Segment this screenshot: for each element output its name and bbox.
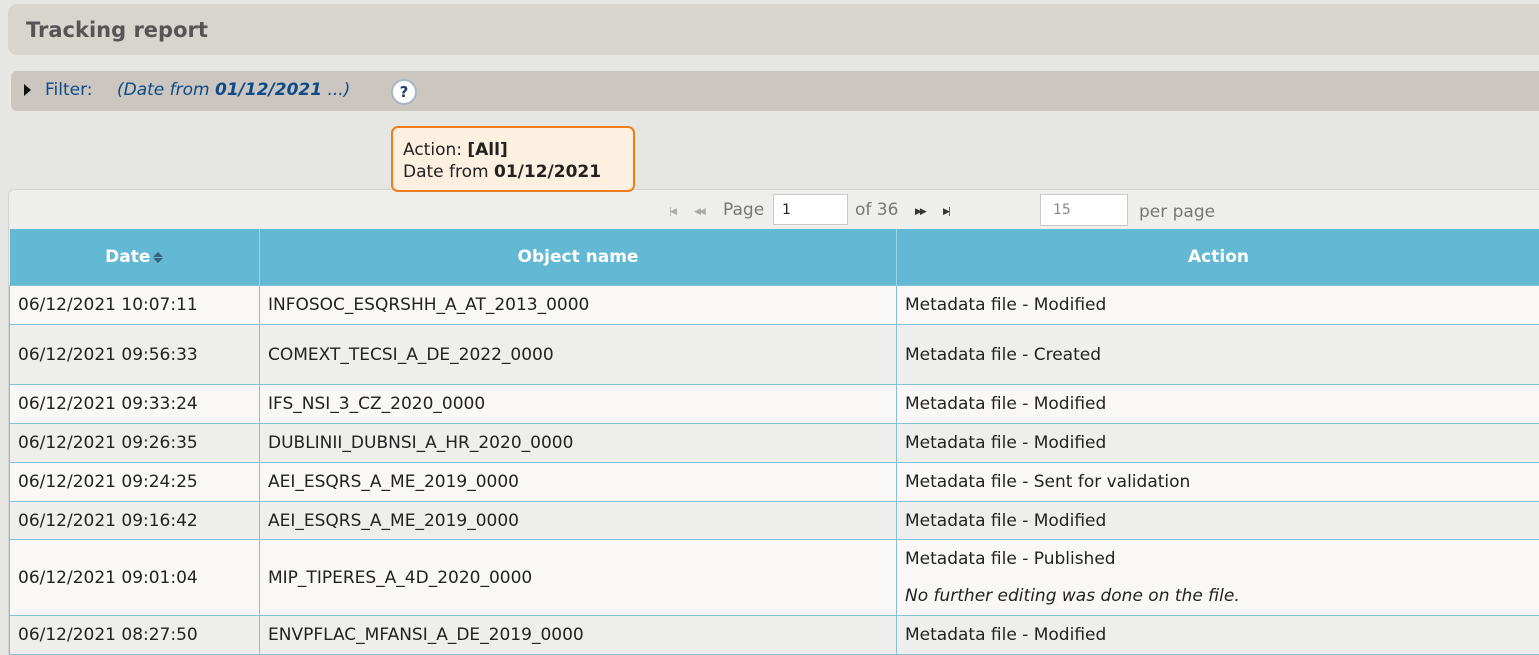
date-cell: 06/12/2021 09:24:25: [10, 463, 260, 502]
date-cell: 06/12/2021 09:26:35: [10, 424, 260, 463]
table-row[interactable]: 06/12/2021 10:07:11 INFOSOC_ESQRSHH_A_AT…: [10, 286, 1539, 325]
action-cell: Metadata file - Modified: [897, 286, 1539, 325]
date-cell: 06/12/2021 10:07:11: [10, 286, 260, 325]
tooltip-action-value: [All]: [467, 140, 507, 160]
per-page-label: per page: [1139, 202, 1215, 222]
filter-bar[interactable]: Filter: (Date from 01/12/2021 ...) ?: [11, 71, 1539, 111]
help-icon[interactable]: ?: [391, 79, 417, 105]
table-row[interactable]: 06/12/2021 09:33:24 IFS_NSI_3_CZ_2020_00…: [10, 385, 1539, 424]
object-name-cell: DUBLINII_DUBNSI_A_HR_2020_0000: [260, 424, 897, 463]
object-name-cell: AEI_ESQRS_A_ME_2019_0000: [260, 502, 897, 540]
table-row[interactable]: 06/12/2021 09:26:35 DUBLINII_DUBNSI_A_HR…: [10, 424, 1539, 463]
filter-summary-suffix: ...): [322, 80, 350, 100]
date-cell: 06/12/2021 09:56:33: [10, 325, 260, 385]
tooltip-action-label: Action:: [403, 140, 462, 160]
tracking-grid: |◀ ◀◀ Page of 36 ▶▶ ▶| per page Date Obj…: [8, 189, 1539, 654]
object-name-cell: AEI_ESQRS_A_ME_2019_0000: [260, 463, 897, 502]
table-row[interactable]: 06/12/2021 09:24:25 AEI_ESQRS_A_ME_2019_…: [10, 463, 1539, 502]
pager: |◀ ◀◀ Page of 36 ▶▶ ▶| per page: [9, 190, 1539, 228]
first-page-icon[interactable]: |◀: [669, 207, 675, 217]
sort-icon[interactable]: [153, 252, 163, 263]
action-cell: Metadata file - Modified: [897, 616, 1539, 655]
object-name-cell: COMEXT_TECSI_A_DE_2022_0000: [260, 325, 897, 385]
object-name-cell: IFS_NSI_3_CZ_2020_0000: [260, 385, 897, 424]
page-label: Page: [723, 200, 764, 220]
date-cell: 06/12/2021 09:16:42: [10, 502, 260, 540]
object-name-cell: ENVPFLAC_MFANSI_A_DE_2019_0000: [260, 616, 897, 655]
table-row[interactable]: 06/12/2021 09:01:04 MIP_TIPERES_A_4D_202…: [10, 540, 1539, 616]
filter-tooltip: Action: [All] Date from 01/12/2021: [391, 126, 635, 192]
filter-summary[interactable]: (Date from 01/12/2021 ...): [117, 80, 350, 100]
tracking-table: Date Object name Action 06/12/2021 10:07…: [9, 229, 1539, 655]
expand-caret-icon[interactable]: [24, 84, 31, 96]
title-bar: Tracking report: [8, 4, 1539, 55]
action-note: No further editing was done on the file.: [905, 586, 1532, 606]
table-header-row: Date Object name Action: [10, 229, 1539, 286]
column-header-date[interactable]: Date: [10, 229, 260, 286]
object-name-cell: MIP_TIPERES_A_4D_2020_0000: [260, 540, 897, 616]
tooltip-action-line: Action: [All]: [403, 140, 508, 160]
tooltip-date-line: Date from 01/12/2021: [403, 162, 601, 182]
per-page-input[interactable]: [1040, 194, 1128, 226]
column-header-date-label: Date: [105, 247, 150, 267]
action-cell: Metadata file - Published No further edit…: [897, 540, 1539, 616]
action-cell: Metadata file - Created: [897, 325, 1539, 385]
action-cell: Metadata file - Modified: [897, 502, 1539, 540]
page-number-input[interactable]: [773, 194, 848, 225]
tooltip-date-value: 01/12/2021: [494, 162, 601, 182]
date-cell: 06/12/2021 09:01:04: [10, 540, 260, 616]
last-page-icon[interactable]: ▶|: [943, 207, 949, 217]
page-count-label: of 36: [855, 200, 898, 220]
filter-label[interactable]: Filter:: [45, 80, 93, 100]
column-header-object-name: Object name: [260, 229, 897, 286]
page-title: Tracking report: [26, 18, 208, 42]
table-row[interactable]: 06/12/2021 08:27:50 ENVPFLAC_MFANSI_A_DE…: [10, 616, 1539, 655]
object-name-cell: INFOSOC_ESQRSHH_A_AT_2013_0000: [260, 286, 897, 325]
action-cell: Metadata file - Modified: [897, 385, 1539, 424]
action-cell: Metadata file - Modified: [897, 424, 1539, 463]
filter-summary-prefix: (Date from: [117, 80, 215, 100]
next-page-icon[interactable]: ▶▶: [915, 207, 925, 217]
table-row[interactable]: 06/12/2021 09:16:42 AEI_ESQRS_A_ME_2019_…: [10, 502, 1539, 540]
prev-page-icon[interactable]: ◀◀: [694, 207, 704, 217]
date-cell: 06/12/2021 09:33:24: [10, 385, 260, 424]
date-cell: 06/12/2021 08:27:50: [10, 616, 260, 655]
column-header-action: Action: [897, 229, 1539, 286]
filter-summary-date: 01/12/2021: [215, 80, 322, 100]
action-cell: Metadata file - Sent for validation: [897, 463, 1539, 502]
action-text: Metadata file - Published: [905, 549, 1116, 569]
table-row[interactable]: 06/12/2021 09:56:33 COMEXT_TECSI_A_DE_20…: [10, 325, 1539, 385]
tooltip-date-label: Date from: [403, 162, 489, 182]
